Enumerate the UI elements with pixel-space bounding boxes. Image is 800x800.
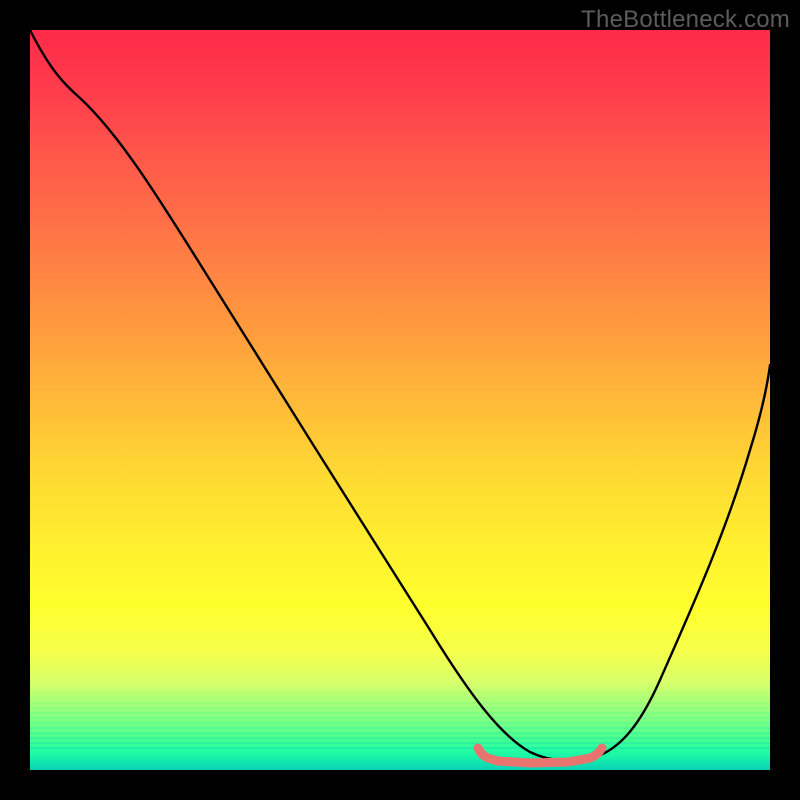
plot-area	[30, 30, 770, 770]
bottleneck-curve-svg	[30, 30, 770, 770]
bottleneck-curve-path	[30, 30, 770, 761]
chart-frame: TheBottleneck.com	[0, 0, 800, 800]
